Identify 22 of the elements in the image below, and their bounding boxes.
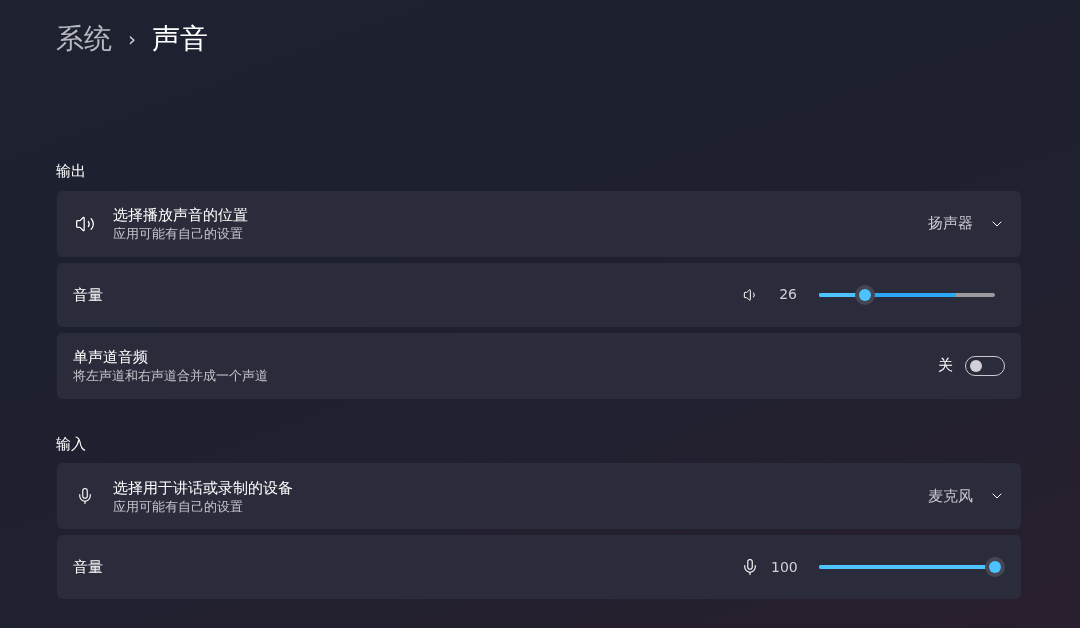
section-heading: 输出	[56, 161, 87, 182]
breadcrumb-item: 声音	[152, 21, 208, 57]
setting-title: 音量	[73, 557, 104, 577]
setting-description: 将左声道和右声道合并成一个声道	[73, 367, 269, 384]
setting-title: 音量	[73, 284, 104, 305]
section-heading: 输入	[56, 433, 87, 455]
slider-thumb[interactable]	[854, 284, 875, 305]
device-dropdown[interactable]: 扬声器	[928, 212, 1005, 235]
slider-thumb[interactable]	[985, 557, 1005, 577]
device-dropdown[interactable]: 麦克风	[928, 484, 1005, 508]
microphone-icon	[76, 487, 94, 505]
setting-description: 应用可能有自己的设置	[113, 497, 244, 515]
toggle-state-label: 关	[938, 355, 953, 377]
volume-reading: 26	[778, 285, 797, 304]
setting-title: 单声道音频	[73, 347, 149, 367]
setting-description: 应用可能有自己的设置	[113, 225, 244, 242]
breadcrumb-separator: ›	[128, 26, 136, 53]
breadcrumb-item[interactable]: 系统	[56, 18, 112, 60]
setting-title: 选择播放声音的位置	[113, 205, 249, 225]
setting-title: 选择用于讲话或录制的设备	[113, 477, 294, 498]
microphone-icon	[741, 558, 759, 576]
volume-reading: 100	[771, 557, 797, 577]
